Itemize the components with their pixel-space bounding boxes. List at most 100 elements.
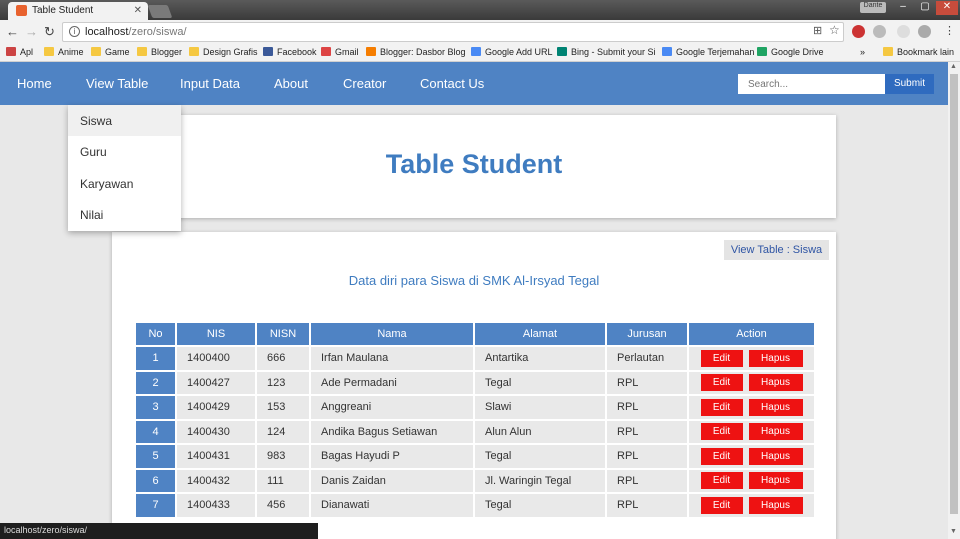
dropdown-item-siswa[interactable]: Siswa <box>68 105 181 136</box>
cell-alamat: Tegal <box>475 371 605 394</box>
scroll-down-arrow-icon[interactable]: ▼ <box>950 528 957 535</box>
delete-button[interactable]: Hapus <box>748 447 803 465</box>
dropdown-item-guru[interactable]: Guru <box>68 136 181 167</box>
bookmark-item[interactable]: Bing - Submit your Si <box>557 47 656 57</box>
edit-button[interactable]: Edit <box>700 447 743 465</box>
bookmark-item[interactable]: Anime <box>44 47 84 57</box>
delete-button[interactable]: Hapus <box>748 496 803 514</box>
bookmark-item[interactable]: Google Add URL <box>471 47 553 57</box>
cell-action: Edit Hapus <box>689 469 814 492</box>
table-card: View Table : Siswa Data diri para Siswa … <box>112 232 836 539</box>
nav-about[interactable]: About <box>274 76 308 91</box>
cell-jurusan: RPL <box>607 371 687 394</box>
edit-button[interactable]: Edit <box>700 349 743 367</box>
bookmark-overflow-button[interactable]: » <box>860 47 865 57</box>
google-icon <box>662 47 672 56</box>
nav-input-data[interactable]: Input Data <box>180 76 240 91</box>
edit-button[interactable]: Edit <box>700 374 743 392</box>
bookmark-item[interactable]: Google Terjemahan <box>662 47 754 57</box>
adblock-icon[interactable] <box>852 25 865 38</box>
address-bar[interactable]: i localhost/zero/siswa/ <box>62 22 844 42</box>
window-close-icon[interactable]: ✕ <box>936 1 958 15</box>
cell-nis: 1400400 <box>177 347 255 370</box>
cell-action: Edit Hapus <box>689 371 814 394</box>
bookmark-item[interactable]: Bookmark lain <box>883 47 954 57</box>
back-arrow-icon[interactable]: ← <box>6 24 19 39</box>
table-row: 6 1400432 111 Danis Zaidan Jl. Waringin … <box>136 469 814 492</box>
delete-button[interactable]: Hapus <box>748 398 803 416</box>
bookmark-item[interactable]: Design Grafis <box>189 47 258 57</box>
profile-button[interactable]: Dante <box>860 2 886 13</box>
bookmark-item[interactable]: Game <box>91 47 130 57</box>
cell-nama: Andika Bagus Setiawan <box>311 420 473 443</box>
edit-button[interactable]: Edit <box>700 496 743 514</box>
bookmark-item[interactable]: Blogger <box>137 47 182 57</box>
cell-jurusan: RPL <box>607 494 687 517</box>
edit-button[interactable]: Edit <box>700 472 743 490</box>
page-scrollbar[interactable]: ▲ ▼ <box>948 62 960 539</box>
minimize-icon[interactable]: – <box>892 1 914 15</box>
browser-tab[interactable]: Table Student ✕ <box>8 2 148 20</box>
forward-arrow-icon[interactable]: → <box>25 24 38 39</box>
delete-button[interactable]: Hapus <box>748 423 803 441</box>
cell-nama: Anggreani <box>311 396 473 419</box>
table-row: 5 1400431 983 Bagas Hayudi P Tegal RPL E… <box>136 445 814 468</box>
cell-nisn: 123 <box>257 371 309 394</box>
scroll-up-arrow-icon[interactable]: ▲ <box>950 63 957 70</box>
cell-nama: Danis Zaidan <box>311 469 473 492</box>
site-info-icon[interactable]: i <box>69 26 80 37</box>
cell-nama: Irfan Maulana <box>311 347 473 370</box>
nav-creator[interactable]: Creator <box>343 76 386 91</box>
submit-button[interactable]: Submit <box>885 74 934 94</box>
url-path: /zero/siswa/ <box>128 26 187 38</box>
extension-icon[interactable] <box>918 25 931 38</box>
menu-kebab-icon[interactable]: ⋮ <box>944 24 955 37</box>
facebook-icon <box>263 47 273 56</box>
table-row: 4 1400430 124 Andika Bagus Setiawan Alun… <box>136 420 814 443</box>
extension-icon[interactable] <box>897 25 910 38</box>
nav-contact-us[interactable]: Contact Us <box>420 76 484 91</box>
delete-button[interactable]: Hapus <box>748 349 803 367</box>
site-navbar: Home View Table Input Data About Creator… <box>0 62 948 105</box>
column-header-nisn: NISN <box>257 323 309 345</box>
cell-no: 2 <box>136 371 175 394</box>
cell-nama: Ade Permadani <box>311 371 473 394</box>
new-tab-button[interactable] <box>147 5 173 18</box>
translate-icon[interactable]: ⊞ <box>813 24 822 37</box>
nav-view-table[interactable]: View Table <box>86 76 148 91</box>
bookmark-item[interactable]: Google Drive <box>757 47 824 57</box>
bookmark-star-icon[interactable]: ☆ <box>829 23 840 37</box>
delete-button[interactable]: Hapus <box>748 472 803 490</box>
nav-home[interactable]: Home <box>17 76 52 91</box>
table-subtitle: Data diri para Siswa di SMK Al-Irsyad Te… <box>348 273 600 288</box>
bing-icon <box>557 47 567 56</box>
column-header-alamat: Alamat <box>475 323 605 345</box>
maximize-icon[interactable]: ▢ <box>914 1 936 15</box>
cell-nisn: 983 <box>257 445 309 468</box>
delete-button[interactable]: Hapus <box>748 374 803 392</box>
student-table: No NIS NISN Nama Alamat Jurusan Action 1… <box>134 321 816 519</box>
tab-close-icon[interactable]: ✕ <box>134 5 142 16</box>
browser-titlebar: Table Student ✕ Dante – ▢ ✕ <box>0 0 960 20</box>
bookmark-item[interactable]: Apl <box>6 47 33 57</box>
cell-jurusan: RPL <box>607 469 687 492</box>
cell-nisn: 111 <box>257 469 309 492</box>
column-header-no: No <box>136 323 175 345</box>
edit-button[interactable]: Edit <box>700 423 743 441</box>
browser-toolbar: ← → ↻ i localhost/zero/siswa/ ⊞ ☆ ⋮ <box>0 20 960 44</box>
bookmark-item[interactable]: Facebook <box>263 47 317 57</box>
folder-icon <box>91 47 101 56</box>
bookmark-item[interactable]: Blogger: Dasbor Blog <box>366 47 466 57</box>
edit-button[interactable]: Edit <box>700 398 743 416</box>
reload-icon[interactable]: ↻ <box>44 24 55 40</box>
dropdown-item-karyawan[interactable]: Karyawan <box>68 168 181 199</box>
cell-no: 4 <box>136 420 175 443</box>
extension-icon[interactable] <box>873 25 886 38</box>
folder-icon <box>883 47 893 56</box>
header-card: Table Student <box>112 115 836 218</box>
search-input[interactable] <box>738 74 885 94</box>
scrollbar-thumb[interactable] <box>950 74 958 514</box>
bookmark-item[interactable]: Gmail <box>321 47 359 57</box>
cell-nisn: 124 <box>257 420 309 443</box>
dropdown-item-nilai[interactable]: Nilai <box>68 199 181 230</box>
